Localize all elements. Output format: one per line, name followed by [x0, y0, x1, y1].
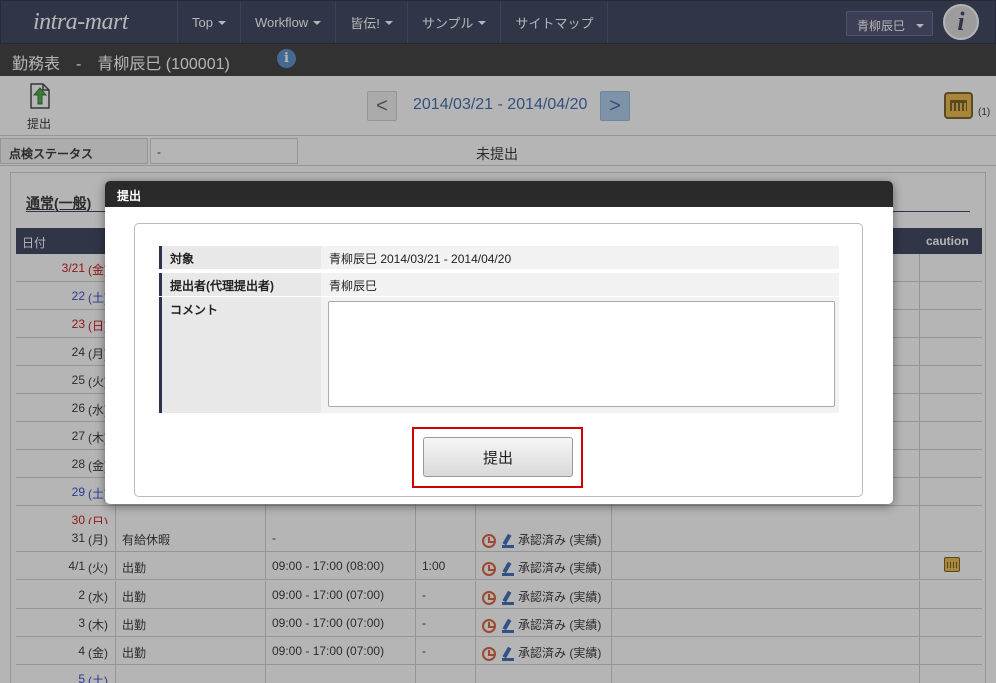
form-row-comment: コメント	[159, 297, 839, 413]
form-row-target: 対象 青柳辰巳 2014/03/21 - 2014/04/20	[159, 246, 839, 269]
comment-label: コメント	[159, 297, 321, 413]
form-row-submitter: 提出者(代理提出者) 青柳辰巳	[159, 273, 839, 296]
submit-button[interactable]: 提出	[423, 437, 573, 477]
dialog-title: 提出	[105, 181, 893, 207]
submitter-value: 青柳辰巳	[329, 279, 378, 293]
submitter-label: 提出者(代理提出者)	[159, 273, 321, 296]
submit-dialog: 提出 対象 青柳辰巳 2014/03/21 - 2014/04/20 提出者(代…	[105, 181, 893, 504]
comment-textarea[interactable]	[328, 301, 835, 407]
target-label: 対象	[159, 246, 321, 269]
target-value: 青柳辰巳 2014/03/21 - 2014/04/20	[329, 252, 512, 266]
